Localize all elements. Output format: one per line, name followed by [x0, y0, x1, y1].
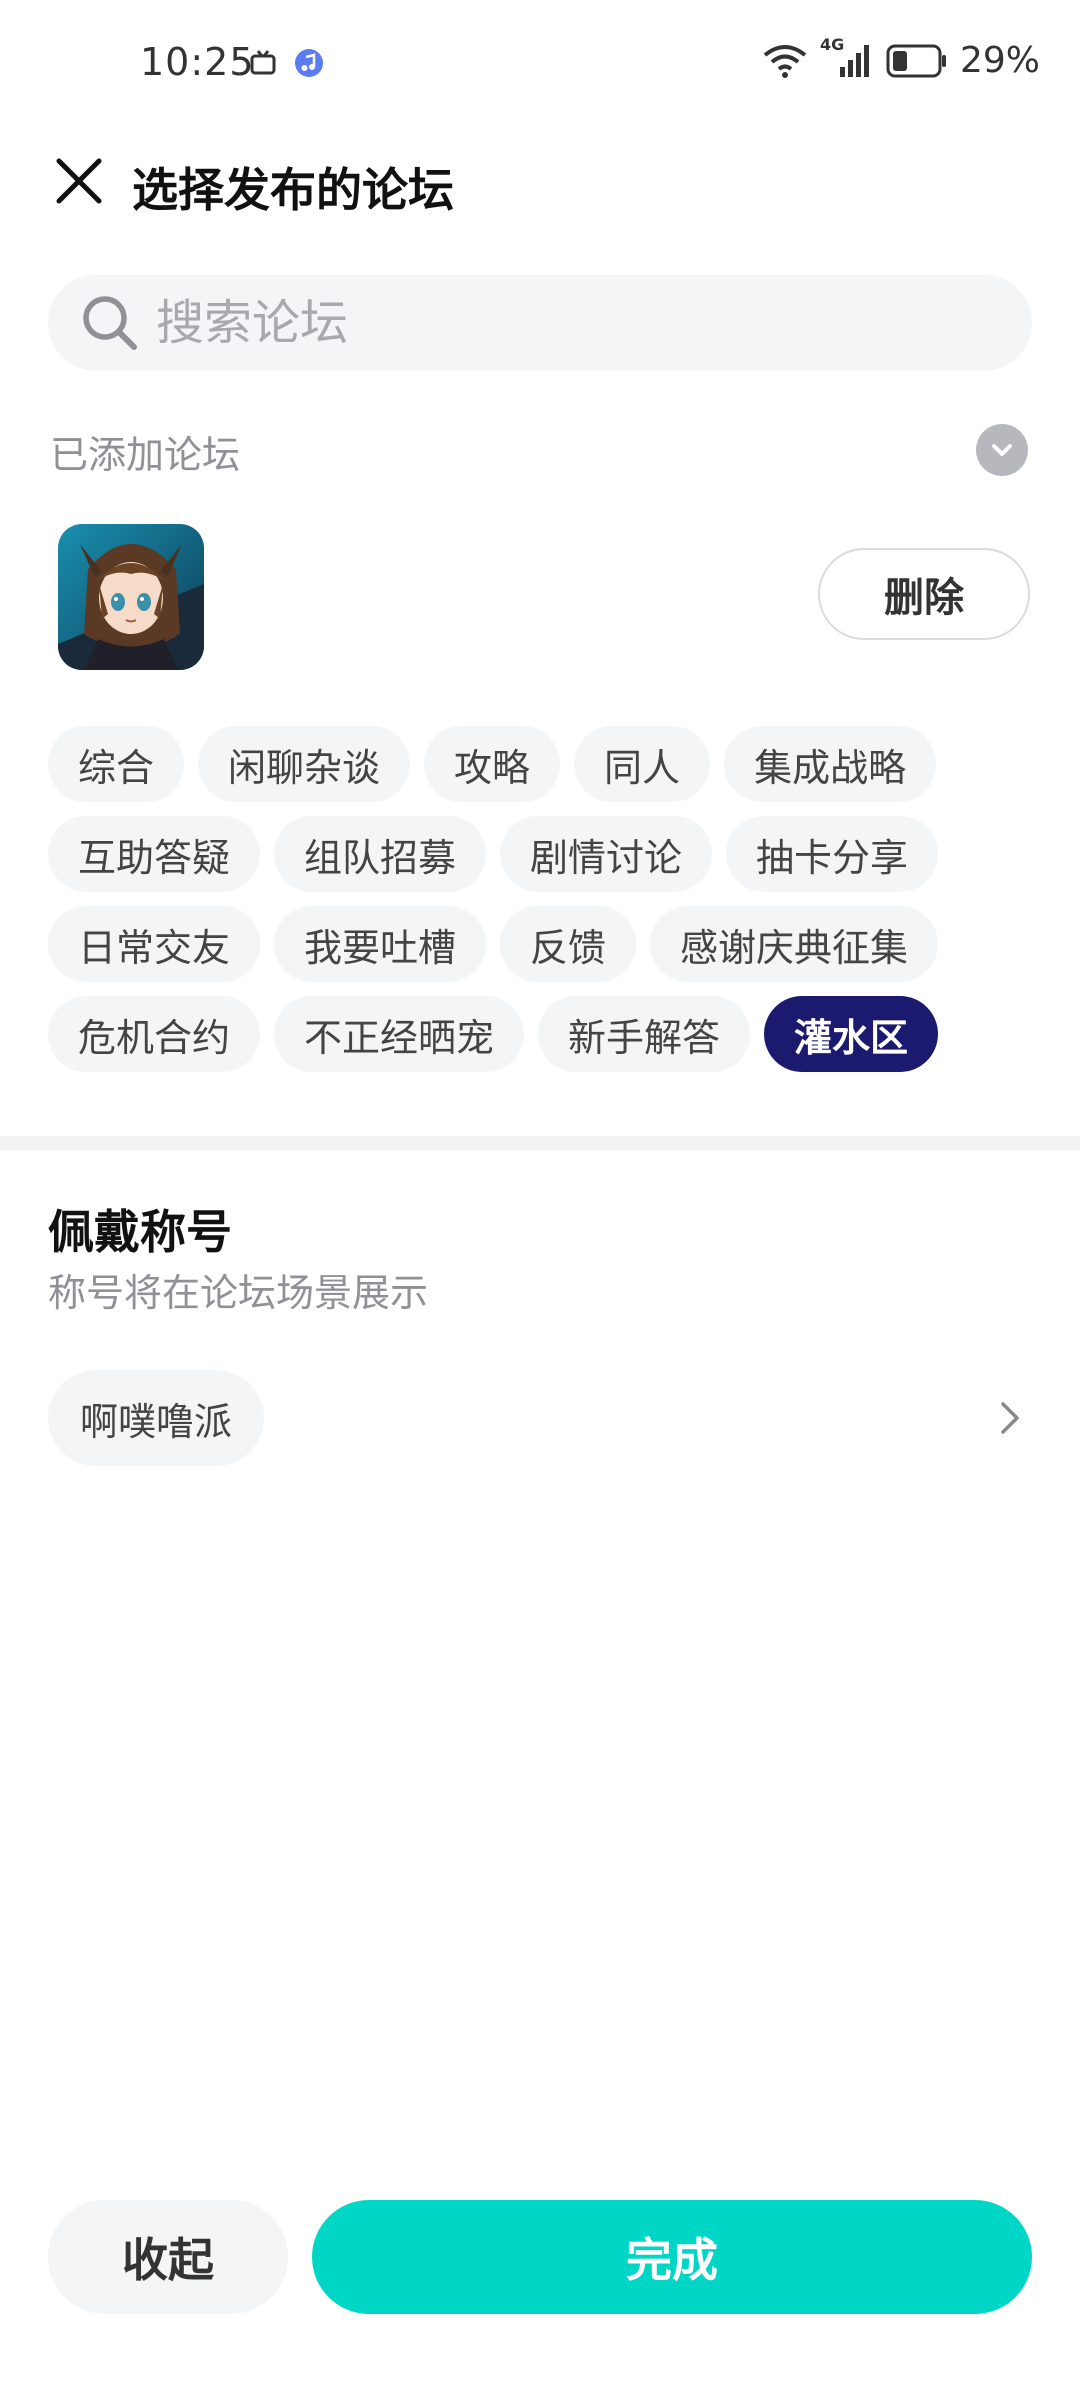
forum-tag[interactable]: 闲聊杂谈	[198, 726, 411, 802]
added-forum-item: 删除	[0, 520, 1080, 670]
close-icon	[56, 158, 102, 204]
title-section-subtitle: 称号将在论坛场景展示	[48, 1271, 429, 1315]
added-forums-label: 已添加论坛	[50, 433, 241, 477]
forum-tag[interactable]: 攻略	[424, 726, 561, 802]
forum-tag[interactable]: 综合	[48, 726, 185, 802]
tag-row: 互助答疑 组队招募 剧情讨论 抽卡分享	[48, 816, 1048, 892]
done-button[interactable]: 完成	[312, 2200, 1032, 2314]
forum-avatar-image	[58, 524, 204, 670]
tag-row: 综合 闲聊杂谈 攻略 同人 集成战略	[48, 726, 1048, 802]
forum-tag[interactable]: 我要吐槽	[274, 906, 487, 982]
search-icon	[83, 296, 137, 350]
forum-tag[interactable]: 剧情讨论	[500, 816, 713, 892]
forum-tag[interactable]: 反馈	[500, 906, 637, 982]
delete-forum-button[interactable]: 删除	[818, 548, 1030, 640]
forum-tag[interactable]: 同人	[574, 726, 711, 802]
search-input[interactable]	[154, 294, 978, 352]
forum-tag[interactable]: 组队招募	[274, 816, 487, 892]
battery-icon	[886, 44, 946, 77]
tag-row: 日常交友 我要吐槽 反馈 感谢庆典征集	[48, 906, 1048, 982]
status-time: 10:25	[140, 40, 255, 84]
battery-percent: 29%	[959, 40, 1040, 81]
current-title-chip[interactable]: 啊噗噜派	[48, 1370, 265, 1466]
chevron-down-icon	[992, 444, 1012, 456]
tag-row: 危机合约 不正经晒宠 新手解答 灌水区	[48, 996, 1048, 1072]
music-icon	[295, 49, 323, 77]
title-selector-row[interactable]: 啊噗噜派	[0, 1368, 1080, 1468]
tv-icon	[250, 50, 276, 75]
collapse-button[interactable]: 收起	[48, 2200, 288, 2314]
collapse-toggle-button[interactable]	[976, 424, 1028, 476]
wifi-icon	[763, 44, 807, 78]
forum-tag[interactable]: 集成战略	[724, 726, 937, 802]
forum-tag[interactable]: 新手解答	[538, 996, 751, 1072]
forum-tag[interactable]: 互助答疑	[48, 816, 261, 892]
forum-avatar[interactable]	[58, 524, 204, 670]
status-right-group: 4G 29%	[762, 35, 1040, 81]
status-bar: 10:25 4G 29%	[0, 0, 1080, 130]
header: 选择发布的论坛	[0, 130, 1080, 240]
forum-tag[interactable]: 抽卡分享	[726, 816, 939, 892]
signal-icon: 4G	[820, 35, 874, 81]
forum-tag-selected[interactable]: 灌水区	[764, 996, 939, 1072]
title-section-heading: 佩戴称号	[48, 1205, 232, 1259]
forum-tag[interactable]: 危机合约	[48, 996, 261, 1072]
chevron-right-icon[interactable]	[990, 1398, 1030, 1438]
forum-tag-list: 综合 闲聊杂谈 攻略 同人 集成战略 互助答疑 组队招募 剧情讨论 抽卡分享 日常交友 我要吐槽 反馈…	[48, 726, 1048, 1086]
section-divider	[0, 1136, 1080, 1150]
forum-tag[interactable]: 日常交友	[48, 906, 261, 982]
screen: 10:25 4G 29% 选择发布的论坛 搜索论坛 已添加论坛 删除 综合 闲聊…	[0, 0, 1080, 2400]
close-button[interactable]	[48, 150, 110, 212]
search-bar[interactable]	[48, 275, 1032, 371]
page-title: 选择发布的论坛	[132, 163, 454, 217]
forum-tag[interactable]: 不正经晒宠	[274, 996, 525, 1072]
forum-tag[interactable]: 感谢庆典征集	[650, 906, 939, 982]
